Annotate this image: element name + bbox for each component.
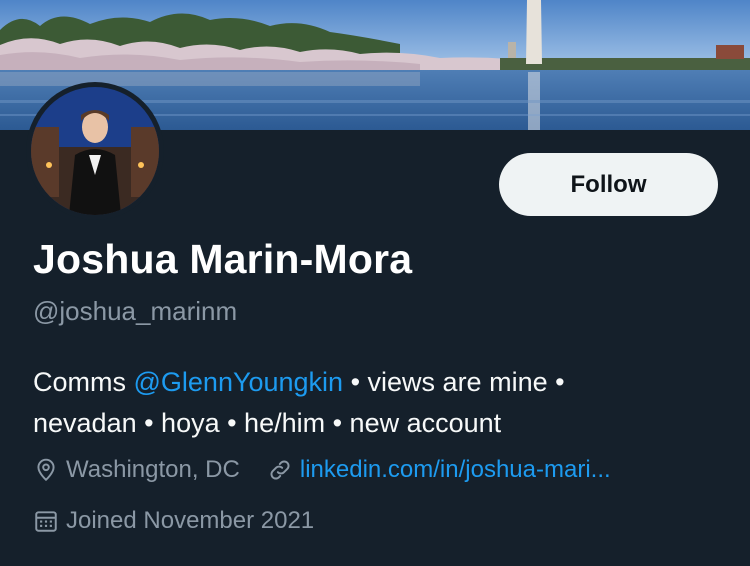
joined-item: Joined November 2021: [33, 507, 314, 535]
follow-button[interactable]: Follow: [499, 153, 718, 216]
calendar-icon: [35, 511, 57, 532]
profile-joined-row: Joined November 2021: [33, 507, 341, 535]
location-pin-icon: [37, 458, 55, 482]
website-item: linkedin.com/in/joshua-mari...: [267, 456, 611, 484]
bio-text-line1-suffix: • views are mine •: [343, 367, 565, 397]
location-item: Washington, DC: [33, 456, 240, 484]
link-icon: [270, 460, 290, 480]
bio-mention-link[interactable]: @GlennYoungkin: [134, 367, 344, 397]
profile-meta-row: Washington, DC linkedin.com/in/joshua-ma…: [33, 456, 638, 484]
website-link[interactable]: linkedin.com/in/joshua-mari...: [300, 456, 611, 484]
bio: Comms @GlennYoungkin • views are mine • …: [33, 362, 723, 444]
display-name: Joshua Marin-Mora: [33, 236, 413, 282]
joined-text: Joined November 2021: [66, 507, 315, 534]
profile-avatar[interactable]: [26, 82, 164, 220]
bio-text-prefix: Comms: [33, 367, 134, 397]
location-text: Washington, DC: [66, 456, 240, 483]
bio-text-line2: nevadan • hoya • he/him • new account: [33, 408, 502, 438]
user-handle: @joshua_marinm: [33, 296, 238, 326]
